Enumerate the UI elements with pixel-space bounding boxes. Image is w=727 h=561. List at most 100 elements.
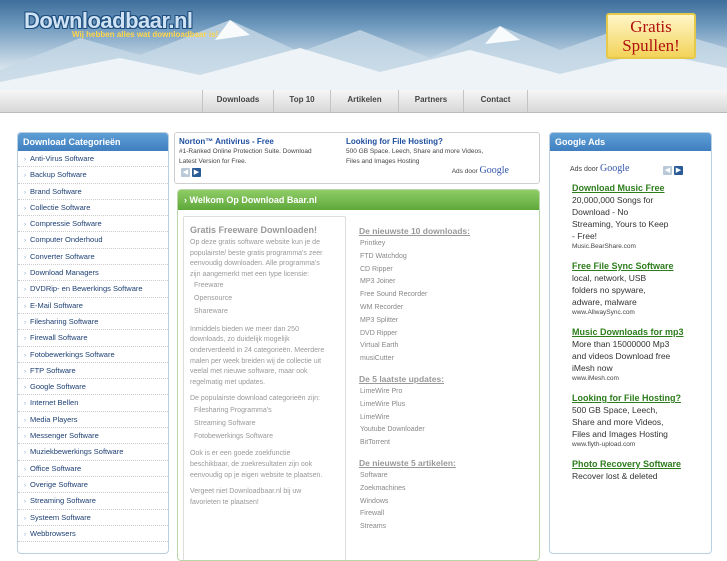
- promo-line-1: Gratis: [630, 17, 672, 36]
- ad-url[interactable]: Music.BearShare.com: [572, 242, 707, 252]
- google-ads-title: Google Ads: [550, 133, 711, 151]
- ad-url[interactable]: www.iMesh.com: [572, 374, 707, 384]
- bullet-icon: ›: [24, 238, 26, 245]
- category-label: Brand Software: [30, 186, 82, 196]
- ad-title[interactable]: Download Music Free: [572, 182, 707, 194]
- category-item[interactable]: › Streaming Software: [18, 493, 168, 510]
- category-item[interactable]: › DVDRip- en Bewerkings Software: [18, 281, 168, 298]
- category-item[interactable]: › Muziekbewerkings Software: [18, 444, 168, 461]
- category-item[interactable]: › E-Mail Software: [18, 298, 168, 314]
- ad-title[interactable]: Norton™ Antivirus - Free: [179, 136, 339, 147]
- download-link[interactable]: MP3 Joiner: [360, 276, 534, 289]
- google-ad[interactable]: Free File Sync Software local, network, U…: [572, 260, 707, 318]
- update-link[interactable]: BitTorrent: [360, 437, 534, 450]
- category-item[interactable]: › Google Software: [18, 379, 168, 396]
- category-item[interactable]: › Overige Software: [18, 477, 168, 494]
- update-link[interactable]: LimeWire Plus: [360, 399, 534, 412]
- download-link[interactable]: Printkey: [360, 238, 534, 251]
- category-item[interactable]: › Brand Software: [18, 184, 168, 200]
- newest-downloads-heading[interactable]: De nieuwste 10 downloads:: [359, 226, 534, 236]
- article-link[interactable]: Software: [360, 470, 534, 483]
- newest-articles-heading[interactable]: De nieuwste 5 artikelen:: [359, 458, 534, 468]
- download-link[interactable]: Virtual Earth: [360, 340, 534, 353]
- google-ad[interactable]: Photo Recovery Software Recover lost & de…: [572, 458, 707, 482]
- intro-paragraph: regelmatig met updates.: [190, 378, 266, 386]
- download-link[interactable]: WM Recorder: [360, 302, 534, 315]
- ads-by-google[interactable]: Ads door Google: [570, 163, 711, 174]
- category-item[interactable]: › Internet Bellen: [18, 395, 168, 412]
- header-banner: Downloadbaar.nl Wij hebben alles wat dow…: [0, 0, 727, 90]
- nav-item-partners[interactable]: Partners: [399, 90, 464, 112]
- category-item[interactable]: › Converter Software: [18, 249, 168, 266]
- download-link[interactable]: DVD Ripper: [360, 328, 534, 341]
- popular-category: Streaming Software: [194, 419, 256, 427]
- update-link[interactable]: Youtube Downloader: [360, 424, 534, 437]
- nav-item-top10[interactable]: Top 10: [274, 90, 331, 112]
- next-arrow-icon[interactable]: ▶: [674, 166, 683, 175]
- category-item[interactable]: › Media Players: [18, 412, 168, 429]
- download-link[interactable]: FTD Watchdog: [360, 251, 534, 264]
- nav-item-downloads[interactable]: Downloads: [203, 90, 274, 112]
- category-item[interactable]: › Anti-Virus Software: [18, 151, 168, 168]
- category-item[interactable]: › Download Managers: [18, 265, 168, 282]
- google-ad[interactable]: Music Downloads for mp3 More than 1500000…: [572, 326, 707, 384]
- ad-description: Share and more Videos,: [572, 417, 664, 427]
- ads-by-label: Ads door: [451, 168, 478, 175]
- intro-paragraph: Vergeet niet Downloadbaar.nl bij uw: [190, 488, 302, 496]
- google-ad[interactable]: Looking for File Hosting? 500 GB Space, L…: [572, 392, 707, 450]
- download-link[interactable]: musiCutter: [360, 353, 534, 366]
- update-link[interactable]: LimeWire: [360, 412, 534, 425]
- category-item[interactable]: › Backup Software: [18, 167, 168, 184]
- category-item[interactable]: › Computer Onderhoud: [18, 232, 168, 249]
- download-link[interactable]: CD Ripper: [360, 264, 534, 277]
- category-item[interactable]: › Collectie Software: [18, 200, 168, 217]
- gratis-spullen-banner[interactable]: Gratis Spullen!: [606, 13, 696, 59]
- category-item[interactable]: › Fotobewerkings Software: [18, 347, 168, 363]
- top-ad-norton[interactable]: Norton™ Antivirus - Free #1-Ranked Onlin…: [179, 136, 339, 166]
- article-link[interactable]: Streams: [360, 521, 534, 534]
- category-item[interactable]: › Office Software: [18, 461, 168, 477]
- latest-updates-list: LimeWire Pro LimeWire Plus LimeWire Youtube…: [351, 386, 534, 450]
- category-item[interactable]: › Webbrowsers: [18, 526, 168, 543]
- category-label: Streaming Software: [30, 496, 96, 506]
- ad-title[interactable]: Free File Sync Software: [572, 260, 707, 272]
- bullet-icon: ›: [24, 271, 26, 278]
- ad-title[interactable]: Looking for File Hosting?: [572, 392, 707, 404]
- download-link[interactable]: MP3 Splitter: [360, 315, 534, 328]
- welcome-title: › Welkom Op Download Baar.nl: [178, 190, 539, 210]
- ad-url[interactable]: www.flyth-upload.com: [572, 440, 707, 450]
- nav-item-artikelen[interactable]: Artikelen: [331, 90, 399, 112]
- download-link[interactable]: Free Sound Recorder: [360, 289, 534, 302]
- lists-column: De nieuwste 10 downloads: Printkey FTD Wa…: [351, 216, 534, 560]
- category-item[interactable]: › Compressie Software: [18, 216, 168, 233]
- top-ad-file-hosting[interactable]: Looking for File Hosting? 500 GB Space. …: [346, 136, 531, 166]
- article-link[interactable]: Windows: [360, 496, 534, 509]
- prev-arrow-icon[interactable]: ◀: [663, 166, 672, 175]
- category-item[interactable]: › Filesharing Software: [18, 314, 168, 331]
- category-item[interactable]: › Messenger Software: [18, 428, 168, 445]
- ads-by-google[interactable]: Ads door Google: [452, 165, 509, 176]
- ad-title[interactable]: Photo Recovery Software: [572, 458, 707, 470]
- ad-title[interactable]: Looking for File Hosting?: [346, 136, 531, 147]
- category-label: Systeem Software: [30, 512, 91, 522]
- ad-title[interactable]: Music Downloads for mp3: [572, 326, 707, 338]
- google-ad[interactable]: Download Music Free 20,000,000 Songs for D…: [572, 182, 707, 252]
- nav-item-contact[interactable]: Contact: [464, 90, 528, 112]
- ad-url[interactable]: www.AllwaySync.com: [572, 308, 707, 318]
- article-link[interactable]: Firewall: [360, 508, 534, 521]
- intro-paragraph: downloads, zo duidelijk mogelijk: [190, 336, 290, 344]
- prev-arrow-icon[interactable]: ◀: [181, 168, 190, 177]
- article-link[interactable]: Zoekmachines: [360, 483, 534, 496]
- bullet-icon: ›: [24, 401, 26, 408]
- category-item[interactable]: › Firewall Software: [18, 330, 168, 347]
- category-item[interactable]: › Systeem Software: [18, 510, 168, 526]
- intro-paragraph: malen per week breiden wij de collectie …: [190, 357, 322, 365]
- category-item[interactable]: › FTP Software: [18, 363, 168, 380]
- bullet-icon: ›: [24, 515, 26, 522]
- popular-category: Fotobewerkings Software: [194, 432, 273, 440]
- bullet-icon: ›: [24, 352, 26, 359]
- update-link[interactable]: LimeWire Pro: [360, 386, 534, 399]
- intro-paragraph: Inmiddels bieden we meer dan 250: [190, 325, 299, 333]
- latest-updates-heading[interactable]: De 5 laatste updates:: [359, 374, 534, 384]
- next-arrow-icon[interactable]: ▶: [192, 168, 201, 177]
